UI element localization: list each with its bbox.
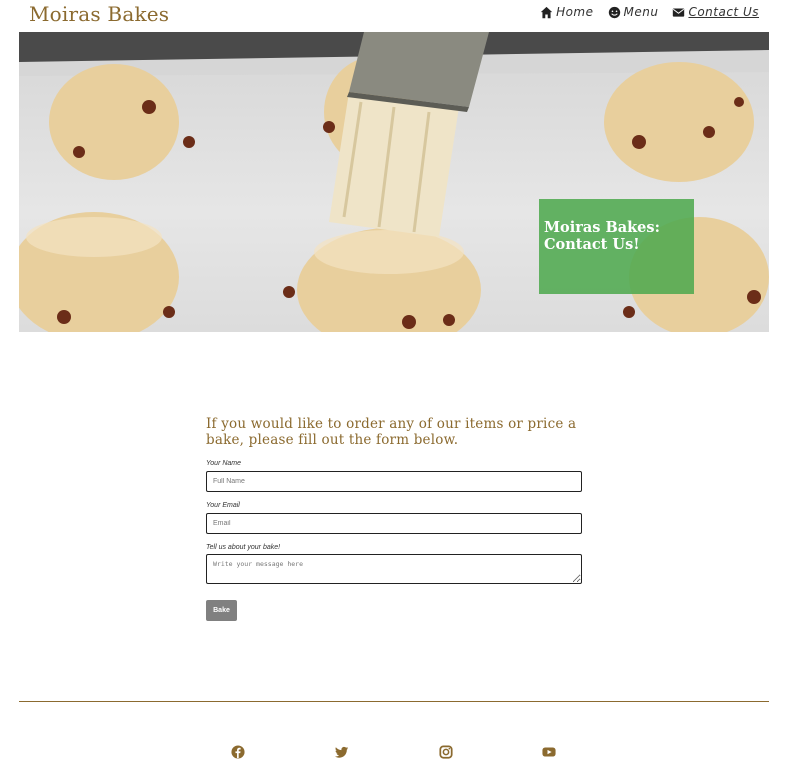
hero-image: Moiras Bakes: Contact Us! [19, 32, 769, 332]
instagram-icon [439, 745, 453, 759]
nav-menu-label: Menu [623, 5, 659, 19]
twitter-icon [335, 746, 349, 758]
nav-menu[interactable]: Menu [608, 5, 659, 19]
name-label: Your Name [206, 460, 242, 467]
footer-divider [19, 701, 769, 702]
hero-title-line1: Moiras Bakes: [544, 219, 660, 236]
email-input[interactable] [206, 513, 582, 534]
nav-home-label: Home [556, 5, 594, 19]
smile-icon [608, 6, 620, 18]
instagram-link[interactable] [439, 745, 453, 759]
contact-form: If you would like to order any of our it… [206, 416, 584, 621]
main-nav: Home Menu Contact Us [540, 5, 759, 19]
hero-title-line2: Contact Us! [544, 236, 640, 253]
message-textarea[interactable] [206, 554, 582, 584]
envelope-icon [673, 7, 685, 17]
name-input[interactable] [206, 471, 582, 492]
facebook-link[interactable] [231, 745, 245, 759]
bake-submit-button[interactable]: Bake [206, 600, 237, 621]
youtube-link[interactable] [542, 745, 556, 759]
social-links [0, 745, 793, 759]
twitter-link[interactable] [335, 745, 349, 759]
home-icon [540, 6, 553, 18]
site-logo[interactable]: Moiras Bakes [29, 2, 169, 26]
message-label: Tell us about your bake! [206, 544, 281, 551]
email-label: Your Email [206, 502, 240, 509]
nav-contact[interactable]: Contact Us [672, 5, 759, 19]
youtube-icon [542, 747, 556, 757]
nav-home[interactable]: Home [540, 5, 593, 19]
hero-title-card: Moiras Bakes: Contact Us! [539, 199, 694, 294]
nav-contact-label: Contact Us [688, 5, 759, 19]
form-intro: If you would like to order any of our it… [206, 416, 577, 448]
facebook-icon [231, 745, 245, 759]
